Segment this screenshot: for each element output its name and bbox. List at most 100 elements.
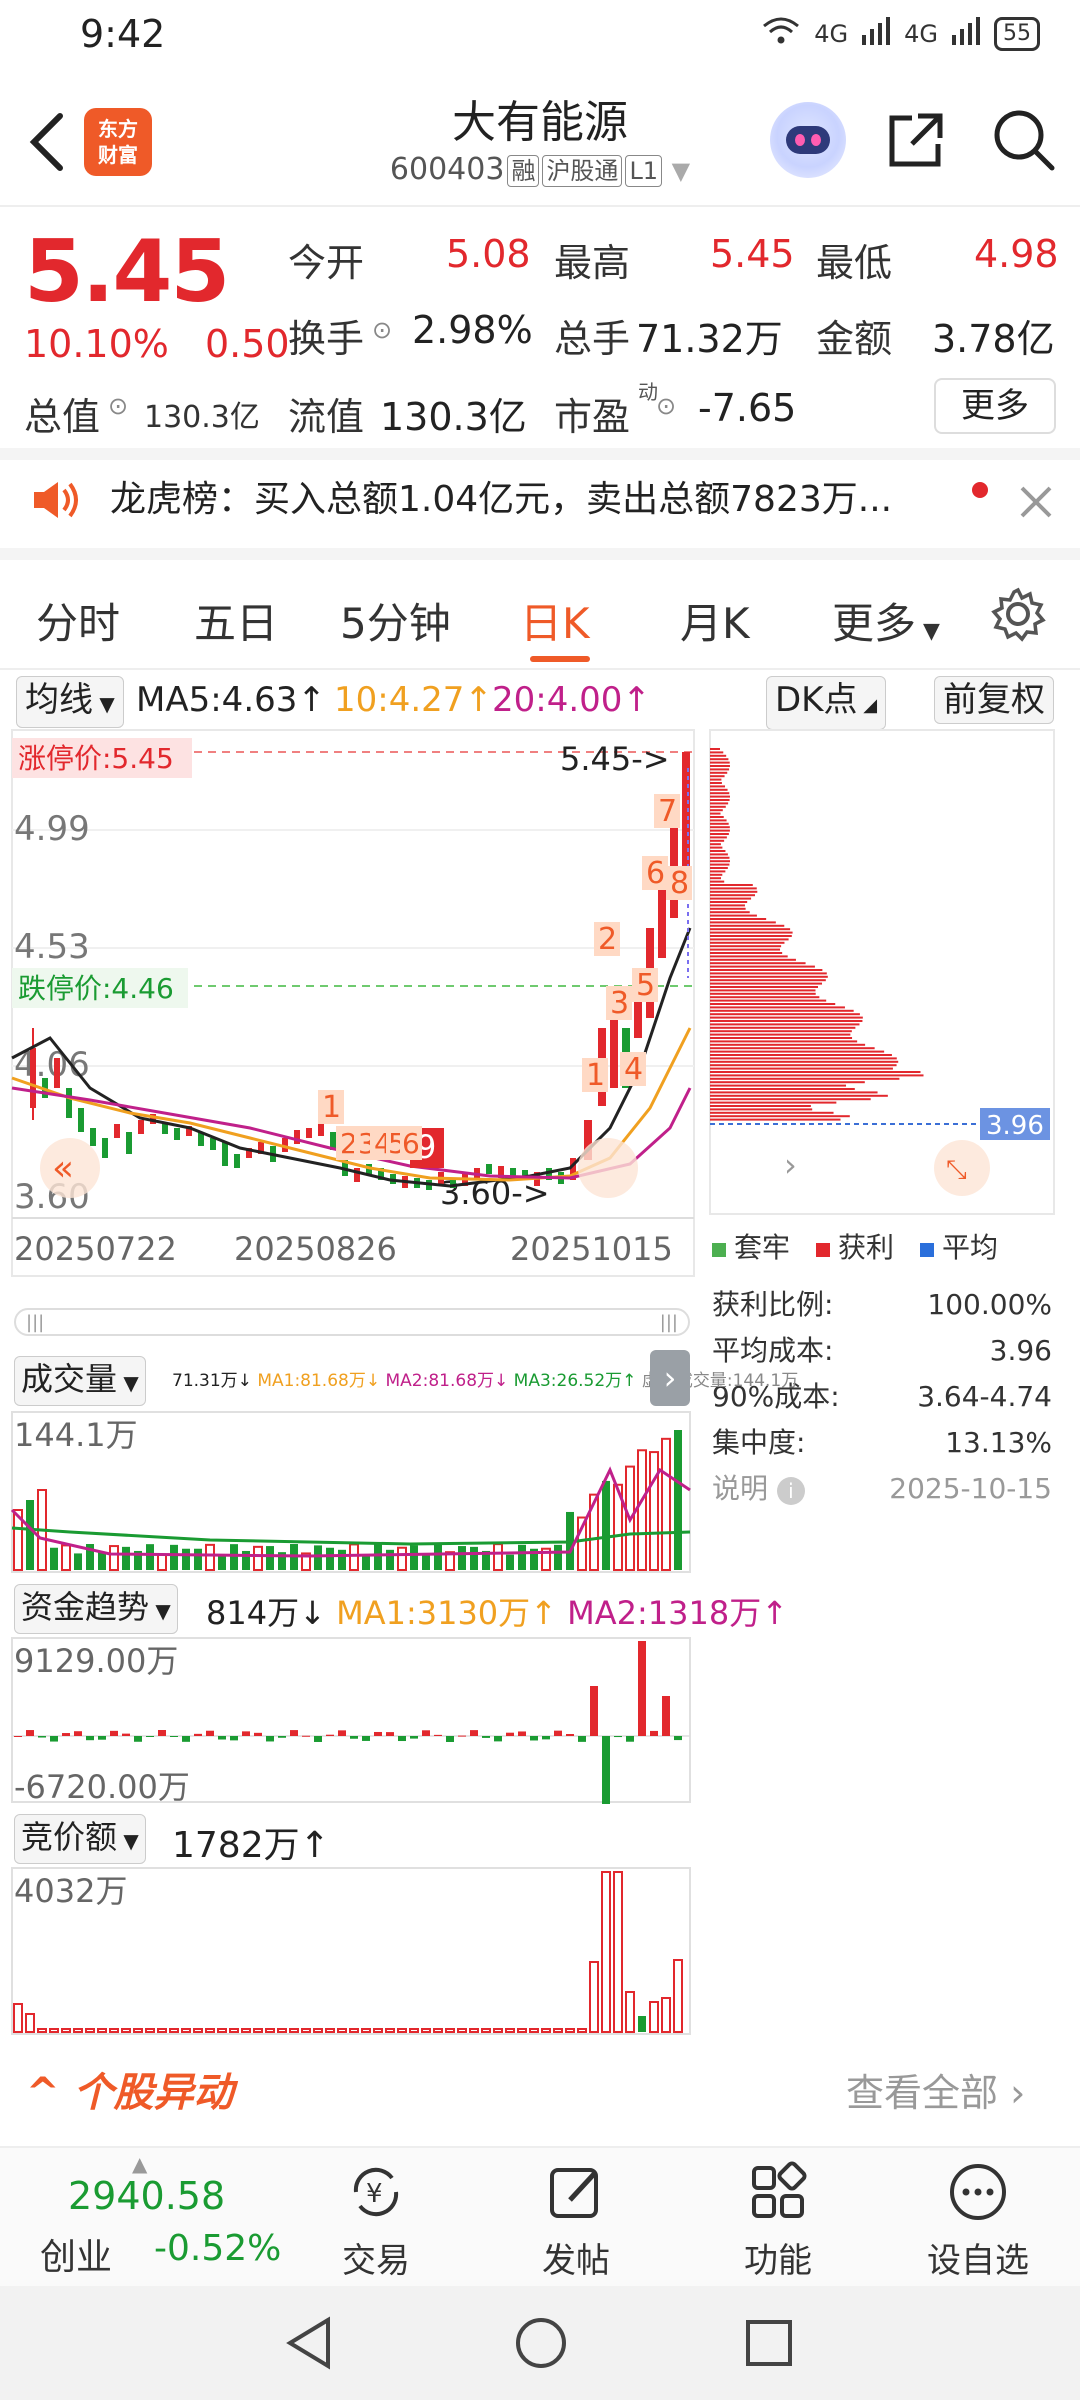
kline-chart[interactable]: 涨停价:5.45 跌停价:4.46 4.99 4.53 4.06 3.60 5.…: [10, 728, 696, 1278]
chevron-right-icon[interactable]: ›: [784, 1146, 797, 1184]
chip-bar: [710, 1030, 852, 1033]
nav-trade[interactable]: ¥ 交易: [296, 2160, 456, 2282]
ma5-value: MA5:4.63↑: [136, 680, 326, 720]
search-icon[interactable]: [990, 106, 1056, 172]
current-price: 5.45: [24, 222, 230, 322]
volume-bar: [230, 1544, 238, 1570]
svg-text:6: 6: [402, 1127, 420, 1160]
more-dots-icon: [950, 2164, 1006, 2220]
volume-bar: [326, 1547, 334, 1570]
auction-bar: [73, 2028, 83, 2033]
assistant-robot-icon[interactable]: [770, 102, 846, 178]
volume-bar: [266, 1546, 274, 1570]
tab-more[interactable]: 更多 ▼: [832, 590, 940, 651]
share-icon[interactable]: [884, 108, 948, 172]
scroll-right-button[interactable]: [578, 1138, 638, 1198]
fund-bar: [278, 1736, 286, 1738]
chip-distribution-chart[interactable]: 3.96 › ⤡: [708, 728, 1056, 1224]
more-button[interactable]: 更多: [934, 378, 1056, 434]
settings-gear-icon[interactable]: [990, 586, 1046, 646]
fund-bar: [314, 1736, 322, 1742]
announcement-bar[interactable]: 龙虎榜：买入总额1.04亿元，卖出总额7823万...: [0, 456, 1080, 556]
trade-icon: ¥: [353, 2167, 399, 2217]
volume-bar: [554, 1544, 562, 1570]
volume-select[interactable]: 成交量 ▼: [14, 1356, 146, 1406]
fund-bar: [470, 1730, 478, 1736]
fund-bar: [170, 1736, 178, 1737]
fund-bar: [434, 1734, 442, 1736]
volume-bar: [218, 1554, 226, 1570]
chip-bar: [710, 853, 728, 856]
range-scrollbar[interactable]: ||| |||: [14, 1308, 690, 1336]
nav-trade-label: 交易: [342, 2241, 410, 2281]
scroll-handle-left[interactable]: |||: [26, 1312, 44, 1333]
chip-bar: [710, 856, 730, 859]
tab-5min[interactable]: 5分钟: [340, 590, 451, 651]
auction-bar: [601, 1871, 611, 2033]
chip-bar: [710, 952, 783, 954]
auction-max-label: 4032万: [14, 1872, 127, 1910]
chevron-down-icon: ▼: [671, 157, 691, 185]
bottom-nav: ▲ 2940.58 创业 -0.52% ¥ 交易 发帖 功能 设自选: [0, 2146, 1080, 2286]
chip-bar: [710, 986, 819, 988]
candle: [222, 1142, 228, 1166]
fund-trend-select[interactable]: 资金趋势 ▼: [14, 1584, 178, 1634]
change-percent: 10.10%: [24, 322, 169, 366]
dk-point-select[interactable]: DK点 ◢: [766, 676, 887, 730]
sys-back-icon[interactable]: [284, 2316, 334, 2374]
candle: [54, 1058, 60, 1088]
close-icon[interactable]: [1012, 478, 1060, 530]
expand-panel-button[interactable]: ›: [650, 1350, 690, 1406]
pe-info-icon[interactable]: ⊙: [656, 392, 676, 420]
nav-function[interactable]: 功能: [698, 2160, 858, 2282]
chip-bar: [710, 890, 758, 893]
candle: [66, 1088, 72, 1118]
section-title[interactable]: ^ 个股异动: [26, 2060, 233, 2118]
scroll-handle-right[interactable]: |||: [660, 1312, 678, 1333]
tab-monthly-k[interactable]: 月K: [680, 590, 750, 651]
auction-bar: [649, 2001, 659, 2033]
tab-five-day[interactable]: 五日: [194, 590, 278, 651]
view-all-link[interactable]: 查看全部 ›: [846, 2062, 1025, 2117]
chip-bar: [710, 1091, 878, 1094]
volume-bar: [242, 1550, 250, 1570]
chip-bar: [710, 768, 730, 771]
chip-bar: [710, 816, 724, 818]
fund-bar: [554, 1730, 562, 1736]
auction-bar: [397, 2028, 407, 2033]
chip-bar: [710, 778, 722, 781]
tab-daily-k[interactable]: 日K: [520, 590, 590, 651]
auction-bar: [181, 2028, 191, 2033]
tab-intraday[interactable]: 分时: [36, 590, 120, 651]
chip-bar: [710, 911, 750, 914]
chip-bar: [710, 1050, 885, 1053]
auction-bar: [169, 2028, 179, 2033]
info-icon[interactable]: ⊙: [372, 316, 392, 344]
fund-bar: [266, 1736, 274, 1742]
sys-recents-icon[interactable]: [744, 2318, 794, 2372]
chip-bar: [710, 873, 723, 876]
auction-bar: [469, 2028, 479, 2033]
sys-home-icon[interactable]: [514, 2316, 568, 2374]
volume-bar: [194, 1548, 202, 1570]
adjust-select[interactable]: 前复权: [934, 676, 1054, 724]
auction-bar: [217, 2028, 227, 2033]
nav-post[interactable]: 发帖: [496, 2160, 656, 2282]
index-ticker[interactable]: ▲ 2940.58 创业 -0.52%: [0, 2148, 300, 2288]
auction-select[interactable]: 竞价额 ▼: [14, 1814, 146, 1864]
nav-add-watchlist[interactable]: 设自选: [898, 2160, 1058, 2282]
chip-bar: [710, 972, 827, 975]
amount-label: 金额: [816, 317, 893, 361]
auction-bar: [301, 2028, 311, 2033]
volume-bar: [649, 1451, 659, 1571]
y-tick-1: 4.99: [14, 809, 90, 849]
mktcap-info-icon[interactable]: ⊙: [108, 392, 128, 420]
note-row[interactable]: 说明 i 2025-10-15: [712, 1466, 1052, 1512]
system-nav-bar: [0, 2286, 1080, 2400]
fund-bar: [218, 1736, 226, 1740]
volume-label: 总手: [554, 317, 631, 361]
ma-select[interactable]: 均线 ▼: [16, 676, 124, 728]
fund-bar: [566, 1734, 574, 1736]
low-label: 最低: [816, 241, 893, 285]
volume-bar: [205, 1543, 215, 1572]
